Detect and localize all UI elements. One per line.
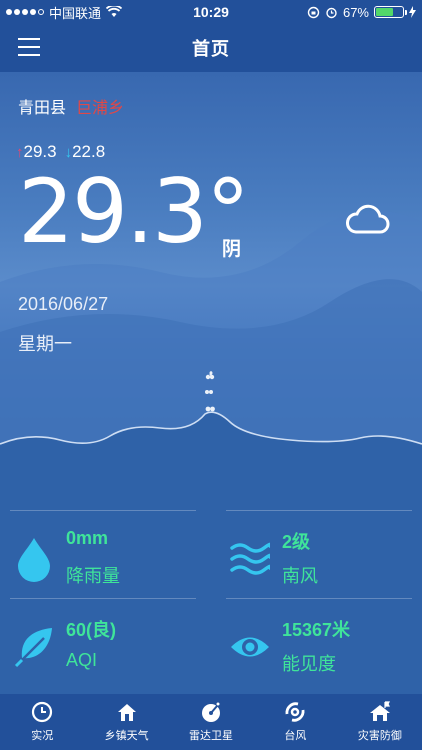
date: 2016/06/27 bbox=[18, 294, 109, 314]
battery-percent: 67% bbox=[342, 4, 369, 20]
weather-stats: 0mm 降雨量 2级 南风 60(良) AQI 15367米 能见度 bbox=[0, 462, 422, 694]
temp-range: ↑29.3 ↓22.8 bbox=[16, 142, 105, 162]
arrow-down-icon: ↓ bbox=[64, 144, 73, 161]
tab-label: 灾害防御 bbox=[357, 730, 402, 742]
tab-bar: 实况 乡镇天气 雷达卫星 台风 灾害防御 bbox=[0, 694, 422, 750]
nav-bar: 首页 bbox=[0, 24, 422, 72]
rainfall-label: 降雨量 bbox=[66, 566, 120, 586]
current-temperature: 29.3° bbox=[18, 160, 250, 263]
house-icon bbox=[117, 704, 136, 721]
county-name: 青田县 bbox=[18, 100, 67, 117]
divider bbox=[10, 598, 196, 599]
eye-icon bbox=[231, 637, 269, 657]
tab-label: 雷达卫星 bbox=[189, 730, 234, 742]
aqi-value: 60(良) bbox=[66, 620, 117, 640]
battery-icon bbox=[374, 6, 407, 18]
leaf-icon bbox=[14, 628, 52, 668]
tab-township-weather[interactable]: 乡镇天气 bbox=[84, 694, 168, 750]
township-name[interactable]: 巨浦乡 bbox=[76, 94, 124, 118]
wifi-icon bbox=[106, 6, 123, 17]
tab-disaster-defense[interactable]: 灾害防御 bbox=[338, 694, 422, 750]
low-temp: 22.8 bbox=[72, 142, 106, 161]
visibility-label: 能见度 bbox=[282, 654, 336, 674]
visibility-stat: 15367米 能见度 bbox=[226, 602, 412, 686]
wind-level: 2级 bbox=[282, 532, 311, 552]
tab-label: 乡镇天气 bbox=[104, 730, 149, 742]
divider bbox=[226, 598, 412, 599]
carrier-label: 中国联通 bbox=[49, 5, 102, 21]
weather-condition: 阴 bbox=[222, 239, 242, 260]
tab-radar-satellite[interactable]: 雷达卫星 bbox=[169, 694, 253, 750]
wind-direction: 南风 bbox=[282, 566, 318, 586]
tab-typhoon[interactable]: 台风 bbox=[253, 694, 337, 750]
clock-icon bbox=[32, 701, 53, 723]
radar-icon bbox=[202, 702, 221, 722]
shelter-icon bbox=[369, 701, 390, 721]
tab-label: 实况 bbox=[31, 730, 54, 742]
tab-live[interactable]: 实况 bbox=[0, 694, 84, 750]
aqi-label: AQI bbox=[66, 650, 98, 670]
status-right: 67% bbox=[307, 5, 416, 20]
divider bbox=[226, 510, 412, 511]
arrow-up-icon: ↑ bbox=[16, 144, 24, 161]
menu-icon[interactable] bbox=[18, 38, 40, 56]
aqi-stat: 60(良) AQI bbox=[10, 602, 196, 686]
typhoon-icon bbox=[286, 702, 305, 722]
signal-icon bbox=[6, 9, 44, 15]
wind-stat: 2级 南风 bbox=[226, 514, 412, 598]
divider bbox=[10, 510, 196, 511]
weekday: 星期一 bbox=[18, 334, 72, 354]
status-time: 10:29 bbox=[193, 4, 229, 20]
visibility-value: 15367米 bbox=[282, 620, 351, 640]
weather-hero: 青田县 巨浦乡 ↑29.3 ↓22.8 29.3° 阴 2016/06/27 星… bbox=[0, 72, 422, 462]
tab-label: 台风 bbox=[284, 730, 307, 742]
cloud-icon bbox=[346, 204, 390, 234]
location[interactable]: 青田县 巨浦乡 bbox=[18, 94, 124, 118]
mountain-background bbox=[0, 210, 422, 462]
high-temp: 29.3 bbox=[23, 142, 57, 161]
rotation-lock-icon bbox=[307, 6, 320, 18]
rainfall-stat: 0mm 降雨量 bbox=[10, 514, 196, 598]
raindrop-icon bbox=[18, 538, 50, 582]
wind-icon bbox=[230, 542, 270, 575]
alarm-icon bbox=[326, 7, 337, 18]
rainfall-value: 0mm bbox=[66, 528, 109, 548]
status-left: 中国联通 bbox=[6, 3, 123, 22]
charging-icon bbox=[409, 6, 416, 18]
page-title: 首页 bbox=[192, 39, 230, 59]
status-bar: 中国联通 10:29 67% bbox=[0, 0, 422, 24]
